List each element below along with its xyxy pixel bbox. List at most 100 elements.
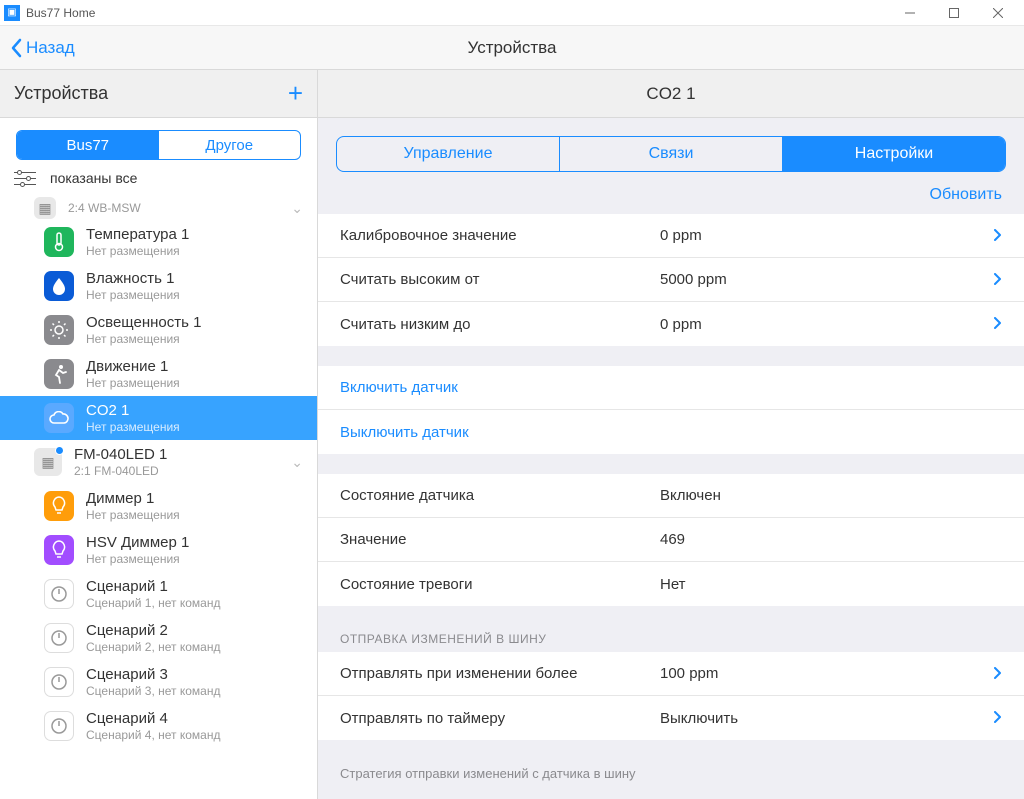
setting-value: 0 ppm — [660, 227, 702, 244]
device-sub: Нет размещения — [86, 508, 180, 522]
filter-button[interactable]: показаны все — [0, 168, 317, 196]
filter-label: показаны все — [50, 170, 137, 186]
power-icon — [44, 711, 74, 741]
setting-row[interactable]: Отправлять при изменении более 100 ppm — [318, 652, 1024, 696]
setting-value: 469 — [660, 531, 685, 548]
device-row[interactable]: Сценарий 3 Сценарий 3, нет команд — [0, 660, 317, 704]
chip-icon: ▦ — [34, 448, 62, 476]
chevron-right-icon — [994, 711, 1002, 723]
close-button[interactable] — [976, 0, 1020, 26]
setting-row[interactable]: Считать высоким от 5000 ppm — [318, 258, 1024, 302]
drop-icon — [44, 271, 74, 301]
device-sub: Нет размещения — [86, 376, 180, 390]
motion-icon — [44, 359, 74, 389]
device-row[interactable]: CO2 1 Нет размещения — [0, 396, 317, 440]
add-device-button[interactable]: + — [288, 78, 303, 109]
device-name: Сценарий 4 — [86, 710, 220, 728]
minimize-button[interactable] — [888, 0, 932, 26]
device-row[interactable]: Движение 1 Нет размещения — [0, 352, 317, 396]
sidebar-header: Устройства + — [0, 70, 317, 118]
device-group-row[interactable]: ▦ 2:4 WB-MSW ⌄ — [0, 196, 317, 220]
seg-other[interactable]: Другое — [159, 131, 301, 159]
device-sub: Нет размещения — [86, 332, 201, 346]
app-header: Назад Устройства — [0, 26, 1024, 70]
device-sub: Нет размещения — [86, 552, 189, 566]
setting-label: Считать высоким от — [340, 271, 660, 288]
source-segmented: Bus77 Другое — [16, 130, 301, 160]
setting-value: 0 ppm — [660, 316, 702, 333]
setting-label: Состояние датчика — [340, 487, 660, 504]
sidebar: Устройства + Bus77 Другое показаны все ▦… — [0, 70, 318, 799]
chevron-right-icon — [994, 667, 1002, 679]
device-row[interactable]: Сценарий 1 Сценарий 1, нет команд — [0, 572, 317, 616]
chevron-down-icon: ⌄ — [291, 200, 303, 217]
bulb2-icon — [44, 535, 74, 565]
device-row[interactable]: Сценарий 2 Сценарий 2, нет команд — [0, 616, 317, 660]
device-row[interactable]: Влажность 1 Нет размещения — [0, 264, 317, 308]
device-name: Температура 1 — [86, 226, 189, 244]
device-sub: Сценарий 4, нет команд — [86, 728, 220, 742]
device-row[interactable]: Температура 1 Нет размещения — [0, 220, 317, 264]
device-sub: Нет размещения — [86, 288, 180, 302]
setting-row[interactable]: Считать низким до 0 ppm — [318, 302, 1024, 346]
cloud-icon — [44, 403, 74, 433]
device-group-row[interactable]: ▦ FM-040LED 1 2:1 FM-040LED ⌄ — [0, 440, 317, 484]
setting-value: Включен — [660, 487, 721, 504]
setting-label: Отправлять при изменении более — [340, 665, 660, 682]
actions-section: Включить датчикВыключить датчик — [318, 366, 1024, 454]
titlebar: ▣ Bus77 Home — [0, 0, 1024, 26]
setting-label: Состояние тревоги — [340, 576, 660, 593]
tab-settings[interactable]: Настройки — [782, 137, 1005, 171]
setting-row[interactable]: Калибровочное значение 0 ppm — [318, 214, 1024, 258]
bus-footnote: Стратегия отправки изменений с датчика в… — [318, 760, 1024, 787]
tab-control[interactable]: Управление — [337, 137, 559, 171]
seg-bus77[interactable]: Bus77 — [17, 131, 159, 159]
chevron-right-icon — [994, 317, 1002, 329]
device-sub: Сценарий 1, нет команд — [86, 596, 220, 610]
device-name: Движение 1 — [86, 358, 180, 376]
back-label: Назад — [26, 38, 75, 58]
device-sub: Нет размещения — [86, 420, 180, 434]
device-sub: Сценарий 2, нет команд — [86, 640, 220, 654]
temp-icon — [44, 227, 74, 257]
device-name: Влажность 1 — [86, 270, 180, 288]
content-title: CO2 1 — [318, 70, 1024, 118]
chevron-left-icon — [10, 38, 22, 58]
action-button[interactable]: Включить датчик — [318, 366, 1024, 410]
group-sub: 2:1 FM-040LED — [74, 464, 167, 478]
setting-value: Нет — [660, 576, 686, 593]
setting-label: Калибровочное значение — [340, 227, 660, 244]
device-name: Освещенность 1 — [86, 314, 201, 332]
power-icon — [44, 623, 74, 653]
device-row[interactable]: HSV Диммер 1 Нет размещения — [0, 528, 317, 572]
setting-label: Считать низким до — [340, 316, 660, 333]
action-button[interactable]: Выключить датчик — [318, 410, 1024, 454]
back-button[interactable]: Назад — [0, 38, 75, 58]
setting-row: Состояние тревоги Нет — [318, 562, 1024, 606]
chevron-right-icon — [994, 273, 1002, 285]
refresh-label: Обновить — [930, 186, 1002, 203]
chip-icon: ▦ — [34, 197, 56, 219]
chevron-down-icon: ⌄ — [291, 454, 303, 471]
maximize-button[interactable] — [932, 0, 976, 26]
bus-section: Отправлять при изменении более 100 ppm О… — [318, 652, 1024, 740]
setting-row: Состояние датчика Включен — [318, 474, 1024, 518]
device-name: Сценарий 2 — [86, 622, 220, 640]
device-name: Сценарий 1 — [86, 578, 220, 596]
chevron-right-icon — [994, 229, 1002, 241]
device-row[interactable]: Диммер 1 Нет размещения — [0, 484, 317, 528]
sidebar-title: Устройства — [14, 83, 108, 104]
sliders-icon — [14, 171, 36, 185]
light-icon — [44, 315, 74, 345]
device-row[interactable]: Освещенность 1 Нет размещения — [0, 308, 317, 352]
device-name: HSV Диммер 1 — [86, 534, 189, 552]
setting-row[interactable]: Отправлять по таймеру Выключить — [318, 696, 1024, 740]
power-icon — [44, 579, 74, 609]
device-sub: Нет размещения — [86, 244, 189, 258]
device-row[interactable]: Сценарий 4 Сценарий 4, нет команд — [0, 704, 317, 748]
device-name: Сценарий 3 — [86, 666, 220, 684]
device-sub: Сценарий 3, нет команд — [86, 684, 220, 698]
tab-links[interactable]: Связи — [559, 137, 782, 171]
refresh-button[interactable]: Обновить — [318, 180, 1024, 214]
window-title: Bus77 Home — [26, 6, 888, 20]
